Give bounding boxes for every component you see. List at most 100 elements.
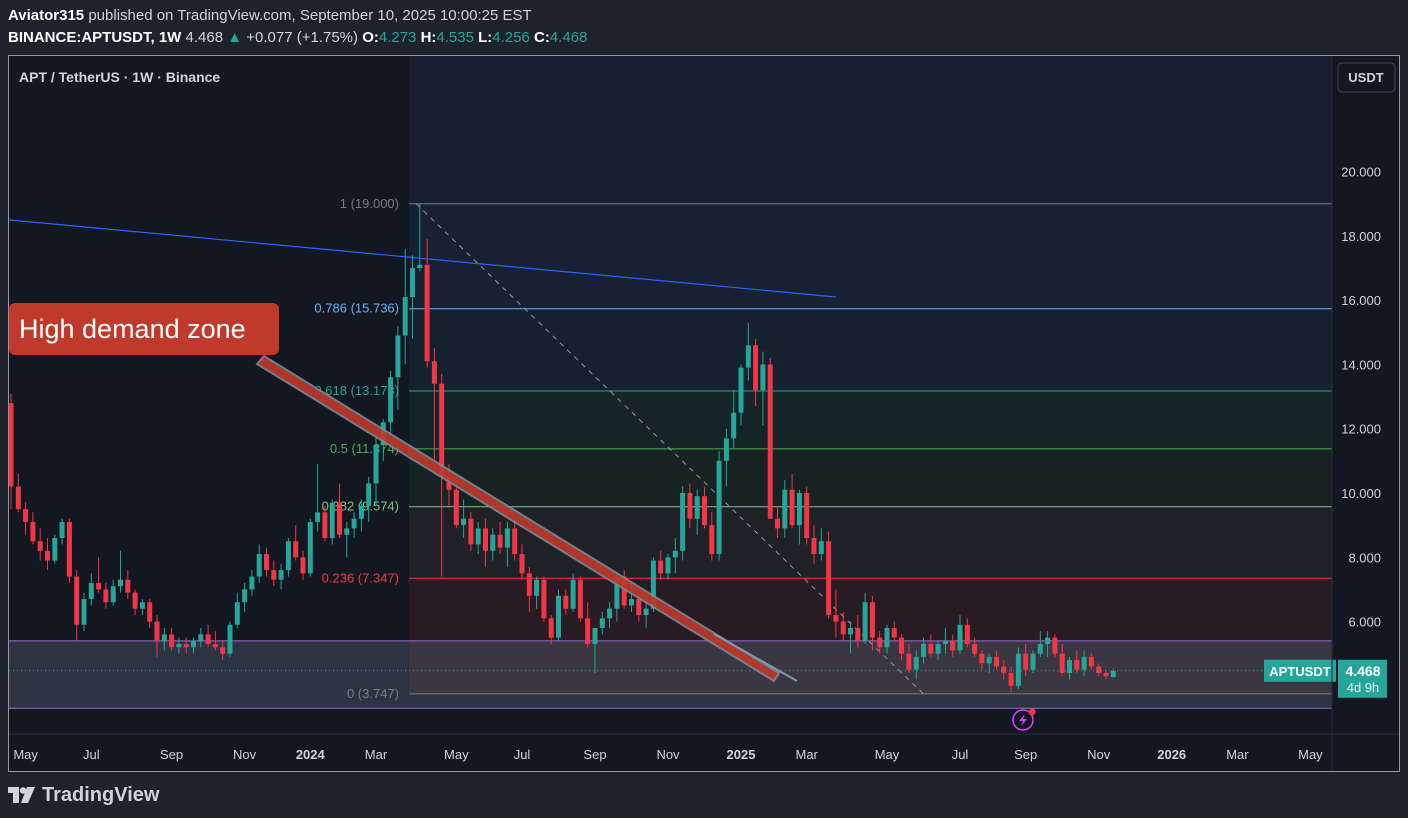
candle-body	[855, 627, 861, 641]
candle-body	[512, 528, 518, 555]
candle-body	[81, 599, 87, 625]
candle-body	[1059, 653, 1065, 673]
candle-body	[972, 644, 978, 654]
currency-label: USDT	[1348, 70, 1383, 85]
candle-body	[37, 541, 43, 551]
candle-body	[796, 493, 802, 526]
price-chart[interactable]: 1 (19.000)0.786 (15.736)0.618 (13.173)0.…	[9, 56, 1399, 771]
tradingview-logo[interactable]: TradingView	[8, 784, 159, 806]
candle-body	[417, 264, 423, 269]
x-tick-label: Nov	[656, 747, 680, 762]
candle-body	[504, 528, 510, 548]
candle-body	[439, 383, 445, 477]
candle-body	[548, 618, 554, 638]
open-label: O:	[362, 29, 379, 46]
candle-body	[607, 608, 613, 619]
candle-body	[884, 627, 890, 648]
x-tick-label: Jul	[83, 747, 100, 762]
change-text: +0.077 (+1.75%)	[246, 29, 359, 46]
candle-body	[161, 634, 167, 641]
tradingview-logo-icon	[8, 787, 35, 803]
y-tick-label: 6.000	[1348, 615, 1381, 630]
candle-body	[636, 599, 642, 616]
candle-body	[1030, 653, 1036, 670]
candle-body	[366, 483, 372, 506]
lightning-event-icon[interactable]	[1012, 708, 1036, 731]
candle-body	[154, 621, 160, 641]
x-tick-label: Mar	[796, 747, 819, 762]
candle-body	[534, 579, 540, 596]
candle-body	[483, 528, 488, 551]
candle-body	[198, 634, 204, 641]
candle-body	[373, 444, 379, 484]
candle-body	[402, 296, 408, 336]
notification-dot	[1028, 708, 1036, 716]
candle-body	[59, 521, 65, 538]
candle-body	[52, 537, 58, 561]
open-value: 4.273	[378, 29, 417, 46]
chart-panel[interactable]: 1 (19.000) 0.786 (15.736) 0.618 (13.173) 0.…	[8, 55, 1400, 772]
candle-body	[242, 589, 248, 603]
candle-body	[132, 592, 138, 609]
candle-body	[1081, 656, 1087, 670]
symbol-legend: BINANCE:APTUSDT, 1W 4.468 ▲ +0.077 (+1.7…	[8, 29, 587, 46]
candle-body	[264, 554, 269, 571]
symbol-name: BINANCE:APTUSDT, 1W	[8, 29, 182, 46]
candle-body	[45, 550, 50, 561]
x-tick-label: Sep	[583, 747, 606, 762]
high-label: H:	[420, 29, 437, 46]
candle-body	[23, 509, 29, 522]
candle-body	[818, 541, 824, 555]
fib-label: 0 (3.747)	[347, 686, 399, 701]
candle-body	[891, 627, 897, 638]
candle-body	[935, 644, 941, 654]
fib-band	[409, 203, 1332, 309]
x-tick-label: 2025	[727, 747, 756, 762]
symbol-tag-label: APTUSDT	[1269, 664, 1330, 679]
candle-body	[942, 640, 948, 645]
y-tick-label: 20.000	[1341, 165, 1381, 180]
candle-body	[629, 599, 634, 606]
candle-body	[15, 486, 21, 510]
candle-body	[475, 528, 481, 545]
candle-body	[278, 570, 284, 580]
candle-body	[1096, 666, 1102, 673]
y-tick-label: 10.000	[1341, 486, 1381, 501]
change-arrow-icon: ▲	[227, 29, 243, 46]
candle-body	[88, 582, 94, 600]
candle-body	[804, 493, 810, 538]
candle-body	[694, 496, 700, 519]
x-tick-label: May	[1298, 747, 1323, 762]
candle-body	[928, 644, 934, 654]
candle-body	[979, 653, 985, 664]
candle-body	[789, 489, 795, 526]
candle-body	[950, 640, 956, 651]
candle-body	[921, 644, 926, 657]
x-tick-label: May	[444, 747, 469, 762]
candle-body	[234, 602, 240, 625]
candle-body	[139, 602, 145, 609]
candle-body	[1103, 672, 1109, 677]
candle-body	[497, 534, 503, 548]
candle-body	[877, 637, 883, 648]
y-tick-label: 16.000	[1341, 293, 1381, 308]
candle-body	[1110, 670, 1116, 678]
author-name[interactable]: Aviator315	[8, 7, 84, 24]
candle-body	[775, 518, 780, 529]
candle-body	[913, 656, 919, 670]
candle-body	[658, 560, 664, 574]
candle-body	[358, 505, 364, 519]
candle-body	[869, 602, 875, 638]
candle-body	[271, 570, 277, 580]
candle-body	[767, 364, 773, 519]
candle-body	[723, 438, 729, 461]
candle-body	[461, 518, 467, 526]
candle-body	[833, 615, 839, 622]
candle-body	[1023, 653, 1029, 670]
y-tick-label: 14.000	[1341, 357, 1381, 372]
low-value: 4.256	[492, 29, 530, 46]
currency-button[interactable]: USDT	[1337, 62, 1396, 93]
candle-body	[351, 518, 357, 529]
candle-body	[716, 460, 722, 555]
candle-body	[643, 608, 649, 616]
